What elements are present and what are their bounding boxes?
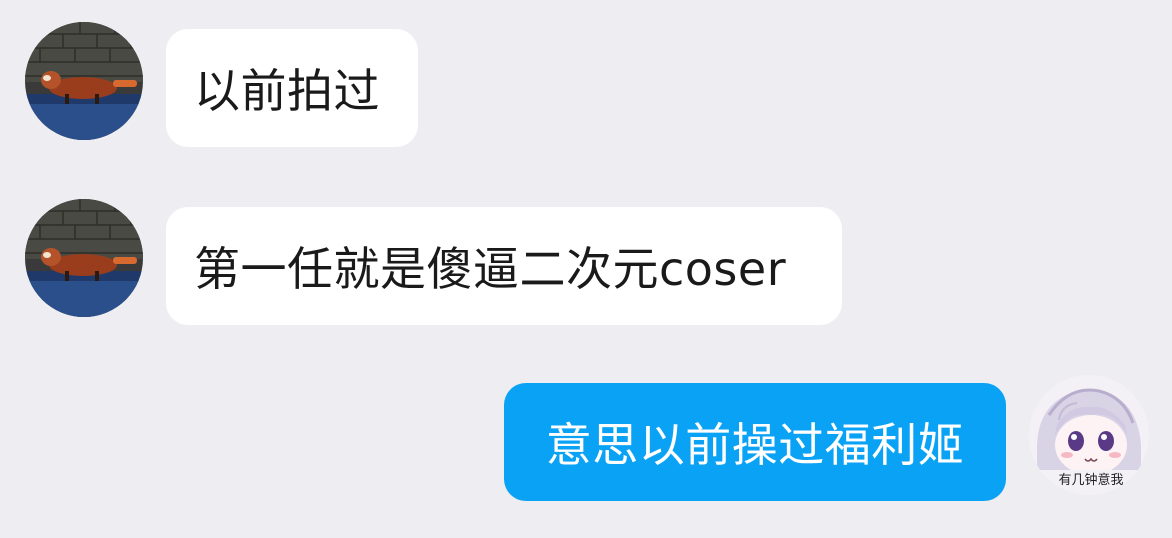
avatar-caption: 有几钟意我 [1058, 472, 1123, 488]
message-bubble-incoming[interactable]: 以前拍过 [166, 29, 418, 147]
message-bubble-incoming[interactable]: 第一任就是傻逼二次元coser [166, 207, 842, 325]
red-panda-avatar-icon[interactable] [25, 199, 143, 317]
message-bubble-outgoing[interactable]: 意思以前操过福利姬 [504, 383, 1006, 501]
anime-girl-avatar-icon[interactable]: 有几钟意我 [1029, 375, 1149, 495]
red-panda-avatar-icon[interactable] [25, 22, 143, 140]
